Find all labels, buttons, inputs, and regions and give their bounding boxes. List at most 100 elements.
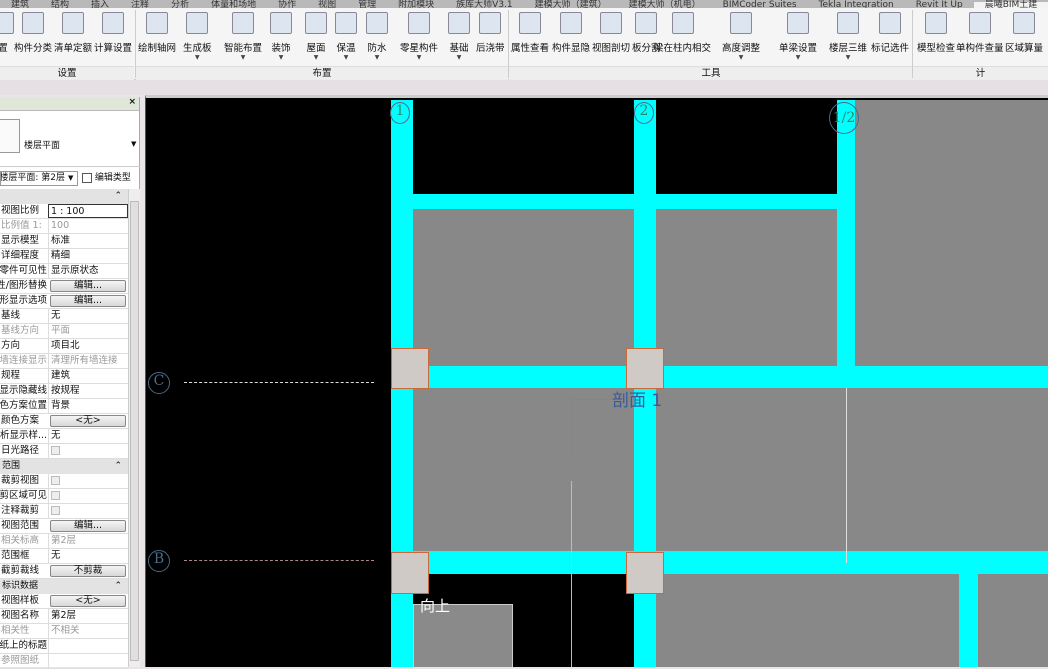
ribbon-button[interactable]: 计算设置 [94, 12, 132, 54]
property-value[interactable]: 清理所有墙连接 [48, 354, 128, 368]
ribbon-button[interactable]: 绘制轴网 [138, 12, 176, 54]
ribbon-button-label: 区域算量 [1005, 43, 1044, 54]
ribbon-button-label: 属性查看 [511, 43, 550, 54]
ribbon-button[interactable]: 防水 ▼ [366, 12, 388, 61]
section-header-graphics[interactable]: ⌃ [0, 189, 128, 204]
ribbon-button[interactable]: 清单定额 [54, 12, 92, 54]
properties-scrollbar[interactable] [128, 189, 140, 667]
property-value[interactable]: 无 [48, 309, 128, 323]
ribbon-button[interactable]: 梁在柱内相交 [654, 12, 711, 54]
ribbon-button-label: 装饰 [271, 43, 291, 54]
column[interactable] [391, 348, 429, 389]
property-checkbox[interactable] [51, 446, 60, 455]
grid-bubble-C[interactable]: C [148, 372, 170, 394]
ribbon-button[interactable]: 构件分类 [14, 12, 52, 54]
property-label: 可见性/图形替换 [0, 280, 47, 291]
property-value[interactable]: 无 [48, 429, 128, 443]
property-label: 比例值 1: [1, 220, 42, 231]
ribbon-button[interactable]: 屋面 ▼ [305, 12, 327, 61]
property-edit-button[interactable]: 不剪裁 [50, 565, 126, 577]
edit-type-button[interactable]: 编辑类型 [82, 171, 131, 186]
property-value[interactable]: 无 [48, 549, 128, 563]
ribbon-button-icon [730, 12, 752, 34]
section-header[interactable]: 范围 ⌃ [0, 459, 128, 474]
ribbon-button[interactable]: 生成板 ▼ [183, 12, 212, 61]
property-value[interactable]: 不相关 [48, 624, 128, 638]
grid-bubble-B[interactable]: B [148, 550, 170, 572]
property-edit-button[interactable]: <无> [50, 595, 126, 607]
ribbon-button[interactable]: 高度调整 ▼ [722, 12, 760, 61]
ribbon-button[interactable]: 零星构件 ▼ [400, 12, 438, 61]
ribbon-button-label: 置 [0, 43, 8, 54]
property-value[interactable]: 标准 [48, 234, 128, 248]
property-row: 视图名称 第2层 [0, 609, 128, 624]
property-value[interactable]: 第2层 [48, 609, 128, 623]
drawing-canvas[interactable]: 1 2 1/2 C B 剖面 1 向上 [145, 95, 1048, 667]
column[interactable] [626, 348, 664, 389]
ribbon-button[interactable]: 模型检查 [917, 12, 955, 54]
property-input[interactable]: 1 : 100 [48, 204, 128, 218]
ribbon-button[interactable]: 视图剖切 [592, 12, 630, 54]
property-value[interactable]: 按规程 [48, 384, 128, 398]
property-value[interactable]: 项目北 [48, 339, 128, 353]
ribbon-button-label: 单构件查量 [956, 43, 1004, 54]
ribbon-button-icon [968, 12, 991, 34]
view-instance-selector[interactable]: 楼层平面: 第2层 [0, 171, 78, 186]
property-value[interactable] [48, 654, 128, 668]
ribbon-button[interactable]: 保温 ▼ [335, 12, 357, 61]
property-value[interactable]: 精细 [48, 249, 128, 263]
ribbon-button[interactable]: 标记选件 [871, 12, 909, 54]
slab [656, 574, 959, 667]
ribbon-button[interactable]: 属性查看 [511, 12, 549, 54]
property-value[interactable]: 建筑 [48, 369, 128, 383]
ribbon-button[interactable]: 置 [0, 12, 14, 54]
slab [413, 209, 634, 366]
ribbon-button[interactable]: 智能布置 ▼ [224, 12, 262, 61]
ribbon-button[interactable]: 单梁设置 ▼ [779, 12, 817, 61]
ribbon-button-icon [519, 12, 541, 34]
property-checkbox[interactable] [51, 506, 60, 515]
property-checkbox[interactable] [51, 476, 60, 485]
close-properties-button[interactable]: × [128, 97, 136, 107]
ribbon-button[interactable]: 后浇带 [476, 12, 505, 54]
column[interactable] [626, 552, 664, 594]
property-value[interactable] [48, 639, 128, 653]
property-value[interactable]: 显示原状态 [48, 264, 128, 278]
slab [855, 100, 1048, 366]
properties-panel: × 楼层平面 ▼ 楼层平面: 第2层 ▼ 编辑类型 ⌃ 视图比例 1 : 100 比… [0, 97, 140, 669]
grid-bubble-1[interactable]: 1 [390, 102, 410, 124]
property-label: 零件可见性 [0, 265, 47, 276]
property-value[interactable]: 第2层 [48, 534, 128, 548]
property-edit-button[interactable]: 编辑... [50, 280, 126, 292]
grid-bubble-2[interactable]: 2 [634, 102, 654, 124]
ribbon-button[interactable]: 构件显隐 [552, 12, 590, 54]
section-label[interactable]: 剖面 1 [612, 386, 662, 411]
property-row: 颜色方案位置背景 [0, 399, 128, 414]
property-value[interactable]: 100 [48, 219, 128, 233]
type-selector[interactable]: 楼层平面 ▼ [0, 113, 140, 167]
ribbon-button[interactable]: 楼层三维 ▼ [829, 12, 867, 61]
ribbon-spacer [0, 80, 1048, 95]
property-value[interactable]: 平面 [48, 324, 128, 338]
ribbon-button-icon [600, 12, 622, 34]
ribbon-button-icon [335, 12, 357, 34]
property-label: 墙连接显示 [0, 355, 47, 366]
grid-bubble-1-2[interactable]: 1/2 [829, 102, 859, 134]
property-value[interactable]: 背景 [48, 399, 128, 413]
property-edit-button[interactable]: 编辑... [50, 520, 126, 532]
column[interactable] [391, 552, 429, 594]
scrollbar-thumb[interactable] [130, 201, 139, 661]
ribbon-button[interactable]: 装饰 ▼ [270, 12, 292, 61]
ribbon-button[interactable]: 区域算量 [1005, 12, 1043, 54]
ribbon-button-label: 保温 [336, 43, 356, 54]
property-edit-button[interactable]: <无> [50, 415, 126, 427]
ribbon-button-label: 单梁设置 [779, 43, 818, 54]
ribbon-button[interactable]: 单构件查量 [956, 12, 1004, 54]
property-edit-button[interactable]: 编辑... [50, 295, 126, 307]
property-row: 相关标高 第2层 [0, 534, 128, 549]
ribbon-button-label: 基础 [449, 43, 469, 54]
section-header[interactable]: 标识数据 ⌃ [0, 579, 128, 594]
property-label: 默认分析显示样... [0, 430, 47, 441]
ribbon-button[interactable]: 基础 ▼ [448, 12, 470, 61]
property-checkbox[interactable] [51, 491, 60, 500]
